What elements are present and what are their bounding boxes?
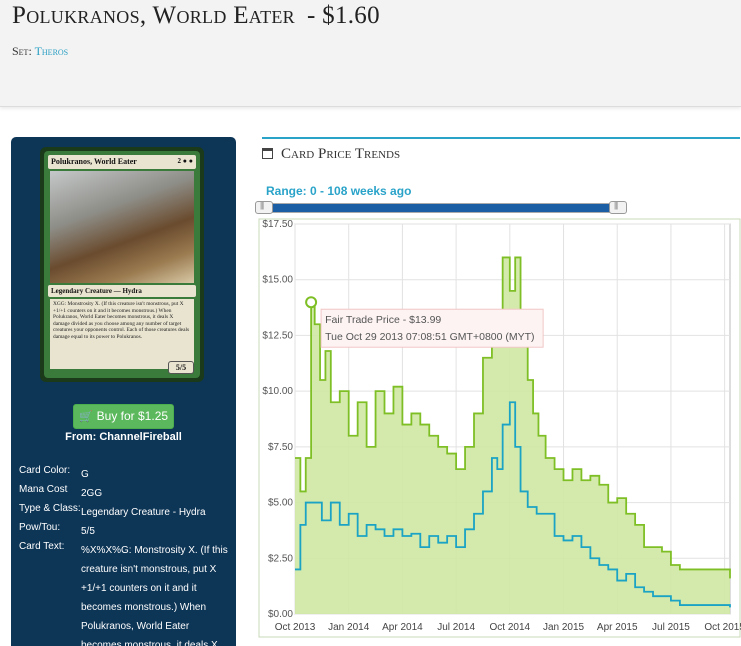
buy-button[interactable]: 🛒 Buy for $1.25 bbox=[73, 404, 174, 429]
x-tick-label: Jul 2015 bbox=[652, 622, 690, 633]
page-title: Polukranos, World Eater - $1.60 bbox=[12, 2, 380, 30]
card-art bbox=[50, 171, 194, 283]
card-image-name-text: Polukranos, World Eater bbox=[51, 157, 137, 166]
tooltip-marker bbox=[305, 296, 318, 309]
card-name-title: Polukranos, World Eater bbox=[12, 2, 295, 29]
x-tick-label: Jul 2014 bbox=[437, 622, 475, 633]
detail-row-powtou: Pow/Tou: 5/5 bbox=[19, 522, 229, 541]
x-tick-label: Apr 2014 bbox=[382, 622, 423, 633]
y-tick-label: $0.00 bbox=[268, 609, 293, 620]
range-slider-handle-end[interactable] bbox=[609, 201, 627, 214]
card-image-text: XGG: Monstrosity X. (If this creature is… bbox=[50, 299, 194, 369]
card-image-mana: 2 ● ● bbox=[177, 157, 193, 165]
x-tick-label: Oct 2015 bbox=[704, 622, 741, 633]
y-tick-label: $2.50 bbox=[268, 553, 293, 564]
x-tick-label: Jan 2015 bbox=[543, 622, 585, 633]
y-tick-label: $5.00 bbox=[268, 498, 293, 509]
detail-label: Card Color: bbox=[19, 465, 71, 476]
card-image-name: Polukranos, World Eater 2 ● ● bbox=[48, 155, 196, 169]
set-link[interactable]: Theros bbox=[35, 44, 69, 58]
price-trend-chart[interactable]: $0.00 $2.50 $5.00 $7.50 $10.00 $12.50 $15.00 $1… bbox=[258, 218, 741, 638]
detail-value: 5/5 bbox=[81, 526, 95, 537]
card-price: - $1.60 bbox=[306, 2, 380, 29]
detail-value: G bbox=[81, 469, 89, 480]
detail-label: Type & Class: bbox=[19, 503, 81, 514]
buy-button-label: Buy for $1.25 bbox=[96, 409, 169, 423]
x-tick-label: Apr 2015 bbox=[597, 622, 638, 633]
set-label: Set: bbox=[12, 44, 32, 58]
x-tick-label: Oct 2013 bbox=[275, 622, 316, 633]
detail-row-color: Card Color: G bbox=[19, 465, 229, 484]
calendar-icon bbox=[262, 148, 273, 159]
detail-value: %X%X%G: Monstrosity X. (If this creature… bbox=[81, 545, 228, 646]
card-image: Polukranos, World Eater 2 ● ● Legendary … bbox=[40, 147, 204, 382]
range-slider-fill bbox=[268, 204, 616, 212]
detail-label: Card Text: bbox=[19, 541, 65, 552]
y-tick-label: $17.50 bbox=[262, 219, 293, 230]
set-row: Set: Theros bbox=[12, 44, 68, 59]
card-sidebar: Polukranos, World Eater 2 ● ● Legendary … bbox=[11, 137, 236, 646]
detail-row-text: Card Text: %X%X%G: Monstrosity X. (If th… bbox=[19, 541, 229, 646]
y-tick-label: $7.50 bbox=[268, 442, 293, 453]
detail-row-type: Type & Class: Legendary Creature - Hydra bbox=[19, 503, 229, 522]
cart-icon: 🛒 bbox=[78, 411, 93, 423]
page-header: Polukranos, World Eater - $1.60 Set: Ther… bbox=[0, 0, 741, 107]
y-tick-label: $15.00 bbox=[262, 275, 293, 286]
seller-label: From: ChannelFireball bbox=[65, 431, 182, 443]
detail-label: Pow/Tou: bbox=[19, 522, 61, 533]
y-tick-label: $12.50 bbox=[262, 330, 293, 341]
tooltip-title: Fair Trade Price - $13.99 bbox=[325, 314, 441, 326]
chart-divider bbox=[262, 137, 740, 139]
card-frame: Polukranos, World Eater 2 ● ● Legendary … bbox=[44, 151, 200, 378]
card-details: Card Color: G Mana Cost 2GG Type & Class… bbox=[19, 465, 229, 646]
range-slider-handle-start[interactable] bbox=[255, 201, 273, 214]
card-image-type: Legendary Creature — Hydra bbox=[48, 285, 196, 297]
x-tick-label: Jan 2014 bbox=[328, 622, 370, 633]
detail-value: Legendary Creature - Hydra bbox=[81, 507, 206, 518]
chart-heading-text: Card Price Trends bbox=[281, 146, 401, 162]
tooltip-subtitle: Tue Oct 29 2013 07:08:51 GMT+0800 (MYT) bbox=[325, 331, 534, 343]
card-image-pt: 5/5 bbox=[168, 361, 194, 374]
detail-label: Mana Cost bbox=[19, 484, 68, 495]
detail-row-mana: Mana Cost 2GG bbox=[19, 484, 229, 503]
y-tick-label: $10.00 bbox=[262, 386, 293, 397]
chart-heading: Card Price Trends bbox=[262, 146, 400, 163]
range-label: Range: 0 - 108 weeks ago bbox=[266, 184, 412, 198]
detail-value: 2GG bbox=[81, 488, 103, 499]
x-tick-label: Oct 2014 bbox=[490, 622, 531, 633]
